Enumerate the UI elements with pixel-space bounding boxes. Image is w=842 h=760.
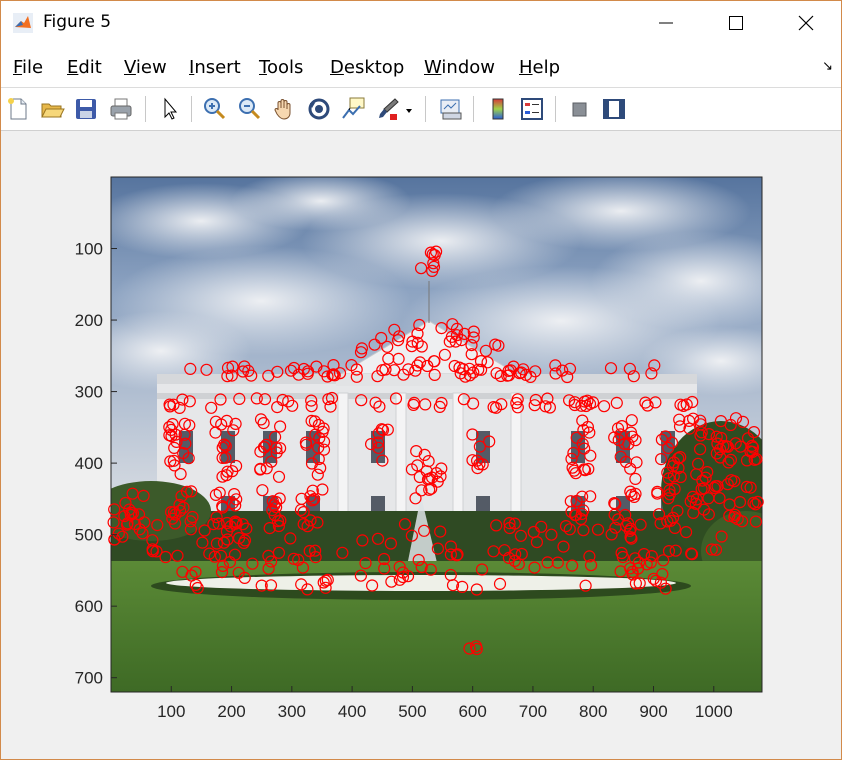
menu-help[interactable]: Help — [519, 57, 560, 78]
menu-bar: File Edit View Insert Tools Desktop Wind… — [1, 45, 841, 88]
y-tick-label: 700 — [75, 669, 103, 688]
link-plot-icon[interactable] — [438, 96, 464, 122]
minimize-icon — [659, 22, 673, 24]
x-tick-label: 1000 — [695, 702, 733, 721]
zoom-out-icon[interactable] — [236, 96, 262, 122]
edit-plot-arrow-icon[interactable] — [157, 96, 183, 122]
window-title: Figure 5 — [43, 12, 112, 32]
y-tick-label: 300 — [75, 383, 103, 402]
menu-desktop[interactable]: Desktop — [330, 57, 404, 78]
figure-window: Figure 5 File Edit View Insert Tools Des… — [0, 0, 842, 760]
new-figure-icon[interactable] — [5, 96, 31, 122]
x-tick-label: 100 — [157, 702, 185, 721]
x-tick-label: 200 — [217, 702, 245, 721]
insert-legend-icon[interactable] — [519, 96, 545, 122]
maximize-icon — [729, 16, 743, 30]
menu-view[interactable]: View — [124, 57, 167, 78]
x-tick-label: 300 — [278, 702, 306, 721]
y-tick-label: 500 — [75, 526, 103, 545]
y-tick-label: 400 — [75, 454, 103, 473]
menu-tools[interactable]: Tools — [259, 57, 303, 78]
menu-window[interactable]: Window — [424, 57, 495, 78]
insert-colorbar-icon[interactable] — [485, 96, 511, 122]
figure-canvas[interactable]: 100 200 300 400 500 600 700 800 900 1000 100 200 30… — [1, 131, 841, 760]
brush-dropdown-icon[interactable] — [403, 96, 415, 122]
x-tick-label: 900 — [639, 702, 667, 721]
dock-arrow-icon[interactable]: ↘ — [822, 59, 833, 74]
y-tick-label: 100 — [75, 240, 103, 259]
save-icon[interactable] — [73, 96, 99, 122]
minimize-button[interactable] — [631, 1, 701, 45]
brush-icon[interactable] — [375, 96, 401, 122]
x-tick-label: 800 — [579, 702, 607, 721]
print-icon[interactable] — [108, 96, 134, 122]
image-axes[interactable]: 100 200 300 400 500 600 700 800 900 1000 100 200 30… — [1, 131, 841, 760]
menu-insert[interactable]: Insert — [189, 57, 241, 78]
close-icon — [798, 15, 814, 31]
y-tick-label: 600 — [75, 597, 103, 616]
open-file-icon[interactable] — [39, 96, 65, 122]
x-tick-label: 700 — [519, 702, 547, 721]
y-tick-label: 200 — [75, 311, 103, 330]
matlab-logo-icon — [13, 13, 33, 33]
menu-file[interactable]: File — [13, 57, 43, 78]
x-tick-label: 500 — [398, 702, 426, 721]
x-tick-label: 400 — [338, 702, 366, 721]
rotate-3d-icon[interactable] — [306, 96, 332, 122]
zoom-in-icon[interactable] — [201, 96, 227, 122]
data-cursor-icon[interactable] — [340, 96, 366, 122]
hide-plot-tools-icon[interactable] — [567, 96, 593, 122]
x-tick-label: 600 — [458, 702, 486, 721]
close-button[interactable] — [771, 1, 841, 45]
menu-edit[interactable]: Edit — [67, 57, 102, 78]
show-plot-tools-icon[interactable] — [601, 96, 627, 122]
maximize-button[interactable] — [701, 1, 771, 45]
pan-hand-icon[interactable] — [271, 96, 297, 122]
title-bar[interactable]: Figure 5 — [1, 1, 841, 45]
figure-toolbar — [1, 88, 841, 131]
